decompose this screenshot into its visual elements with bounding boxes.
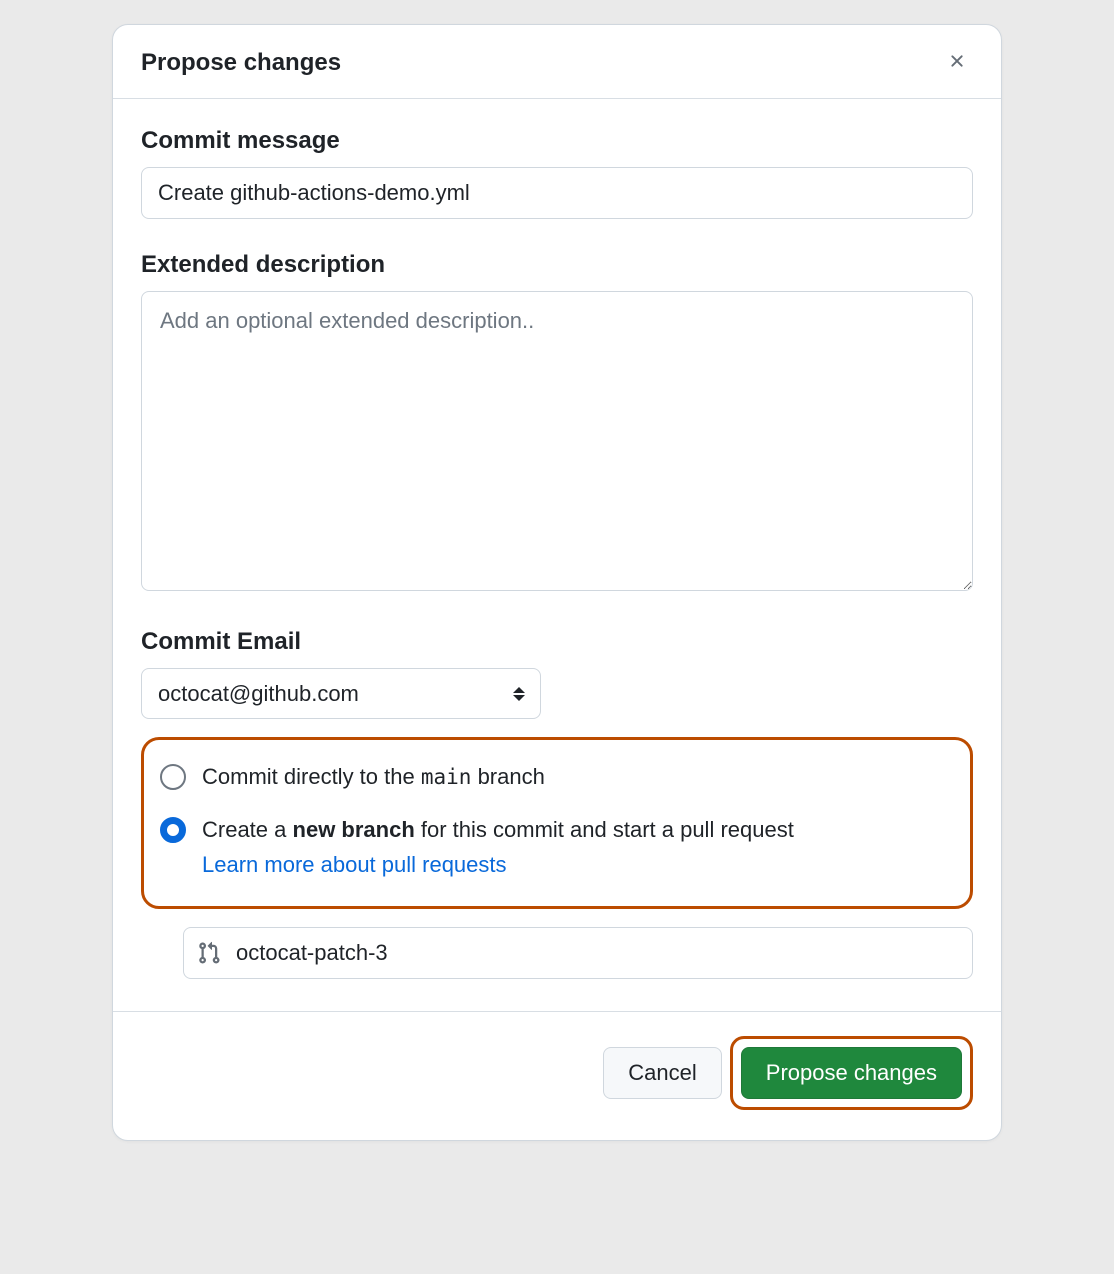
propose-changes-highlight: Propose changes (730, 1036, 973, 1110)
commit-email-label: Commit Email (141, 628, 973, 656)
radio-commit-direct-label: Commit directly to the main branch (202, 764, 545, 789)
radio-new-branch[interactable]: Create a new branch for this commit and … (154, 809, 960, 884)
commit-message-group: Commit message (141, 127, 973, 219)
extended-description-input[interactable] (141, 291, 973, 591)
extended-description-group: Extended description (141, 251, 973, 596)
commit-email-group: Commit Email octocat@github.com (141, 628, 973, 719)
radio-commit-direct-indicator (160, 764, 186, 790)
dialog-body: Commit message Extended description Comm… (113, 99, 1001, 1011)
extended-description-label: Extended description (141, 251, 973, 279)
close-button[interactable] (941, 45, 973, 80)
commit-email-select[interactable]: octocat@github.com (141, 668, 541, 719)
branch-name-input[interactable] (183, 927, 973, 979)
close-icon (947, 51, 967, 74)
cancel-button[interactable]: Cancel (603, 1047, 721, 1099)
git-pull-request-icon (197, 941, 221, 965)
dialog-footer: Cancel Propose changes (113, 1011, 1001, 1140)
commit-message-label: Commit message (141, 127, 973, 155)
dialog-title: Propose changes (141, 49, 341, 77)
learn-more-link[interactable]: Learn more about pull requests (202, 852, 507, 878)
commit-email-select-wrap: octocat@github.com (141, 668, 541, 719)
propose-changes-dialog: Propose changes Commit message Extended … (112, 24, 1002, 1141)
radio-new-branch-label: Create a new branch for this commit and … (202, 817, 794, 842)
commit-message-input[interactable] (141, 167, 973, 219)
radio-commit-direct[interactable]: Commit directly to the main branch (154, 756, 960, 799)
propose-changes-button[interactable]: Propose changes (741, 1047, 962, 1099)
branch-name-group (183, 927, 973, 979)
dialog-header: Propose changes (113, 25, 1001, 99)
radio-new-branch-indicator (160, 817, 186, 843)
branch-choice-group: Commit directly to the main branch Creat… (141, 737, 973, 909)
